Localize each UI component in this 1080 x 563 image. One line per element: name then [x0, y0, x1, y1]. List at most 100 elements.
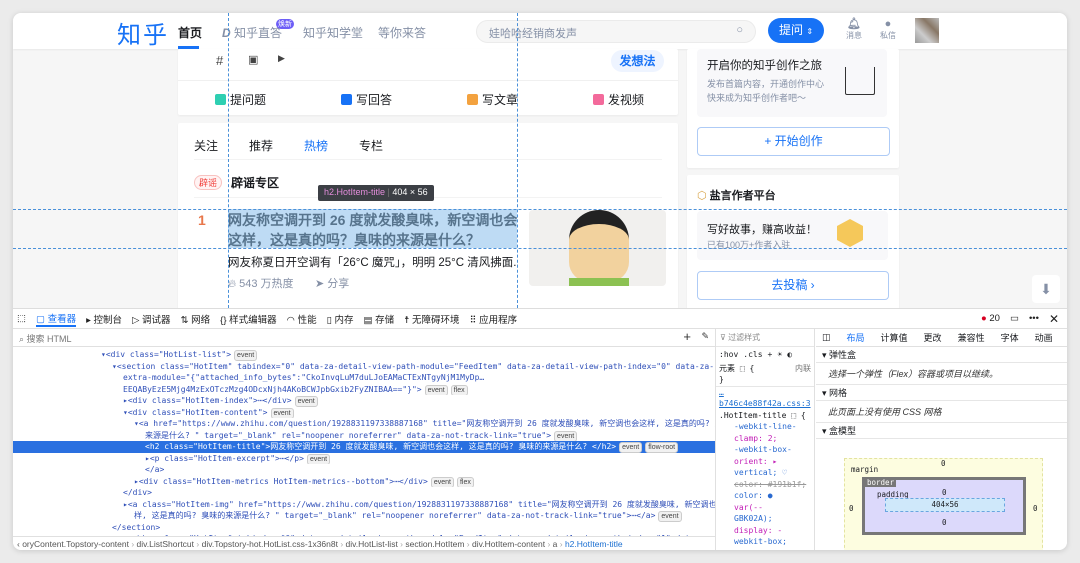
- avatar[interactable]: [915, 18, 939, 43]
- tab-console[interactable]: ▸ 控制台: [86, 312, 122, 326]
- error-count[interactable]: ● 20: [981, 313, 1000, 324]
- flex-badge[interactable]: flex: [456, 476, 474, 487]
- css-declaration[interactable]: GBK02A);: [734, 513, 814, 525]
- padding-top[interactable]: 0: [942, 488, 947, 497]
- layout-tab[interactable]: 更改: [924, 331, 942, 344]
- private-msg-button[interactable]: ● 私信: [876, 19, 900, 41]
- css-declaration[interactable]: display: -: [734, 525, 814, 537]
- image-icon[interactable]: ▣: [248, 53, 258, 66]
- dom-node[interactable]: EEQAByEzE5Mjg4MzExOTczMzg4ODcxNjh4AKoBCW…: [13, 384, 715, 395]
- zhihu-logo[interactable]: 知乎: [117, 15, 169, 50]
- flexbox-section[interactable]: ▾ 弹性盒: [816, 347, 1067, 363]
- tab-column[interactable]: 专栏: [359, 137, 383, 154]
- event-badge[interactable]: event: [270, 407, 294, 418]
- tab-recommend[interactable]: 推荐: [249, 137, 273, 154]
- tab-inspector[interactable]: ▢ 查看器: [35, 311, 77, 327]
- margin-top[interactable]: 0: [941, 459, 946, 468]
- css-declaration[interactable]: clamp: 2;: [734, 433, 814, 445]
- event-badge[interactable]: event: [294, 396, 318, 407]
- css-declaration[interactable]: color: #191b1f;: [734, 479, 814, 491]
- css-declaration[interactable]: webkit-box;: [734, 536, 814, 548]
- dom-node[interactable]: ▸<a class="HotItem-img" href="https://ww…: [13, 499, 715, 511]
- tab-style-editor[interactable]: {} 样式编辑器: [220, 312, 277, 326]
- add-rule-icon[interactable]: +: [768, 349, 773, 361]
- sidebar-toggle-icon[interactable]: ◫: [822, 332, 831, 343]
- layout-tab[interactable]: 布局: [847, 331, 865, 344]
- flow-root-badge[interactable]: flow-root: [645, 442, 679, 453]
- dom-node[interactable]: ▸<p class="HotItem-excerpt">⋯</p> event: [13, 453, 715, 464]
- hov-toggle[interactable]: :hov: [719, 349, 738, 361]
- dom-node[interactable]: <h2 class="HotItem-title">网友称空调开到 26 度就发…: [13, 441, 715, 453]
- yanyan-title[interactable]: ⬡ 盐言作者平台: [697, 187, 776, 203]
- breadcrumb-item[interactable]: oryContent.Topstory-content: [22, 539, 129, 549]
- write-answer-action[interactable]: 写回答: [341, 91, 392, 108]
- search-input[interactable]: 娃哈哈经销商发声 ○: [476, 20, 756, 43]
- layout-tab[interactable]: 计算值: [881, 331, 908, 344]
- dom-node[interactable]: extra-module="{"attached_info_bytes":"Ck…: [13, 372, 715, 384]
- dom-node[interactable]: 样, 这是真的吗? 臭味的来源是什么? " target="_blank" re…: [13, 510, 715, 522]
- dom-node[interactable]: </div>: [13, 487, 715, 499]
- ask-question-action[interactable]: 提问题: [215, 91, 266, 108]
- margin-left[interactable]: 0: [849, 504, 854, 513]
- topic-icon[interactable]: #: [216, 53, 223, 68]
- more-icon[interactable]: •••: [1029, 313, 1039, 324]
- add-node-icon[interactable]: +: [683, 329, 691, 344]
- post-idea-button[interactable]: 发想法: [611, 50, 664, 72]
- css-declaration[interactable]: orient: ▸: [734, 456, 814, 468]
- video-icon[interactable]: ▶: [278, 53, 285, 64]
- breadcrumb-item[interactable]: div.ListShortcut: [137, 539, 194, 549]
- post-video-action[interactable]: 发视频: [593, 91, 644, 108]
- tab-network[interactable]: ⇅ 网络: [181, 312, 211, 326]
- event-badge[interactable]: event: [619, 442, 643, 453]
- css-declaration[interactable]: font-size:: [734, 548, 814, 551]
- pick-element-icon[interactable]: ⬚: [17, 313, 26, 324]
- breadcrumb-item[interactable]: div.HotItem-content: [472, 539, 545, 549]
- event-badge[interactable]: event: [658, 511, 682, 522]
- messages-button[interactable]: 🔔︎ 消息: [842, 19, 866, 41]
- event-badge[interactable]: event: [430, 476, 454, 487]
- nav-wait-answer[interactable]: 等你来答: [378, 24, 426, 41]
- responsive-icon[interactable]: ▭: [1010, 313, 1019, 324]
- tab-storage[interactable]: ▤ 存储: [364, 312, 395, 326]
- tab-accessibility[interactable]: ☨ 无障碍环境: [404, 312, 459, 326]
- dom-node[interactable]: ▸<div class="HotItem-index">⋯</div> event: [13, 395, 715, 407]
- start-creating-button[interactable]: + 开始创作: [697, 127, 890, 156]
- dom-node[interactable]: ▾<section class="HotItem" tabindex="0" d…: [13, 361, 715, 373]
- nav-zhida[interactable]: D 知乎直答: [222, 24, 282, 41]
- nav-home[interactable]: 首页: [178, 24, 202, 41]
- event-badge[interactable]: event: [306, 453, 331, 464]
- css-declaration[interactable]: color: ●: [734, 490, 814, 502]
- cls-toggle[interactable]: .cls: [743, 349, 762, 361]
- stylesheet-link[interactable]: …b746c4e88f42a.css:3: [716, 387, 814, 410]
- dom-node[interactable]: ▾<a href="https://www.zhihu.com/question…: [13, 418, 715, 430]
- dom-node[interactable]: ▸<div class="HotItem-metrics HotItem-met…: [13, 476, 715, 487]
- light-mode-icon[interactable]: ☀: [777, 349, 782, 361]
- dom-node[interactable]: ▾<div class="HotItem-content"> event: [13, 407, 715, 418]
- close-icon[interactable]: ✕: [1049, 312, 1059, 326]
- submit-button[interactable]: 去投稿 ›: [697, 271, 889, 300]
- eyedropper-icon[interactable]: ✎: [701, 331, 709, 342]
- dom-node[interactable]: </a>: [13, 464, 715, 476]
- event-badge[interactable]: event: [234, 350, 258, 361]
- breadcrumb-item[interactable]: section.HotItem: [405, 539, 464, 549]
- event-badge[interactable]: event: [554, 430, 578, 441]
- dom-node[interactable]: ▾<div class="HotList-list"> event: [13, 349, 715, 361]
- write-article-action[interactable]: 写文章: [467, 91, 518, 108]
- dom-node[interactable]: </section>: [13, 522, 715, 534]
- layout-tab[interactable]: 动画: [1035, 331, 1053, 344]
- dom-node[interactable]: 来源是什么? " target="_blank" rel="noopener n…: [13, 430, 715, 441]
- padding-bottom[interactable]: 0: [942, 518, 947, 527]
- css-declaration[interactable]: var(--: [734, 502, 814, 514]
- breadcrumb-item[interactable]: div.Topstory-hot.HotList.css-1x36n8t: [202, 539, 338, 549]
- tab-hot[interactable]: 热榜: [304, 137, 328, 154]
- search-icon[interactable]: ○: [736, 24, 743, 36]
- breadcrumb-item[interactable]: div.HotList-list: [346, 539, 398, 549]
- rumor-section-title[interactable]: 辟谣专区: [231, 174, 279, 191]
- css-declaration[interactable]: -webkit-line-: [734, 421, 814, 433]
- ask-button[interactable]: 提问 ⇕: [768, 18, 824, 43]
- dark-mode-icon[interactable]: ◐: [787, 349, 792, 361]
- nav-zhixuetang[interactable]: 知乎知学堂: [303, 24, 363, 41]
- margin-right[interactable]: 0: [1033, 504, 1038, 513]
- share-button[interactable]: ➤ 分享: [315, 275, 349, 291]
- hot-item-excerpt[interactable]: 网友称夏日开空调有「26°C 魔咒」，明明 25°C 清风拂面...: [228, 254, 518, 270]
